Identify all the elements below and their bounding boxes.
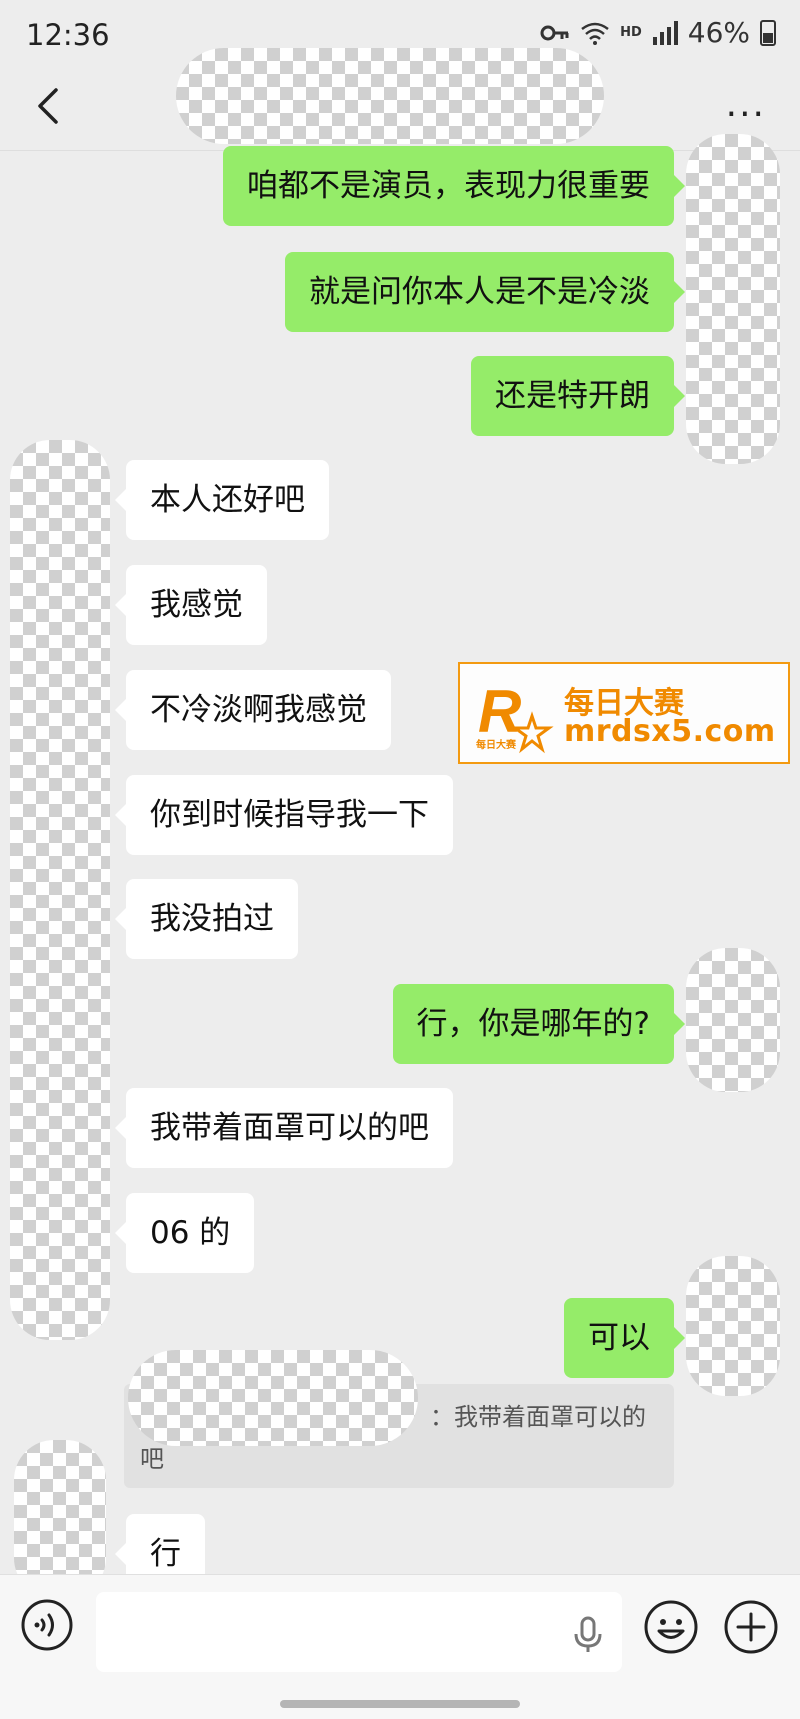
chat-title-redacted <box>176 48 604 144</box>
wifi-icon <box>581 22 609 45</box>
message-bubble[interactable]: 我没拍过 <box>115 879 298 959</box>
svg-text:R: R <box>478 678 521 745</box>
message-bubble[interactable]: 不冷淡啊我感觉 <box>115 670 391 750</box>
message-bubble[interactable]: 就是问你本人是不是冷淡 <box>285 252 685 332</box>
my-avatar-redacted <box>686 1256 780 1396</box>
voice-input-icon[interactable] <box>20 1598 74 1652</box>
message-bubble[interactable]: 06 的 <box>114 1193 255 1273</box>
message-bubble[interactable]: 还是特开朗 <box>471 356 685 436</box>
svg-text:每日大赛: 每日大赛 <box>476 738 517 751</box>
microphone-icon[interactable] <box>568 1614 608 1654</box>
message-bubble[interactable]: 本人还好吧 <box>115 460 329 540</box>
battery-icon <box>760 19 776 46</box>
key-icon <box>540 25 569 40</box>
message-input[interactable] <box>96 1592 622 1672</box>
emoji-icon[interactable] <box>642 1598 700 1656</box>
message-bubble[interactable]: 行，你是哪年的? <box>392 984 686 1064</box>
watermark-url: mrdsx5.com <box>564 714 776 749</box>
quote-sender-redacted <box>128 1350 418 1446</box>
battery-percent: 46% <box>687 16 750 49</box>
chevron-left-icon[interactable] <box>28 84 72 128</box>
my-avatar-redacted <box>686 134 780 464</box>
message-bubble[interactable]: 可以 <box>564 1298 685 1378</box>
message-bubble[interactable]: 我感觉 <box>115 565 267 645</box>
watermark-overlay: R 每日大赛 每日大赛 mrdsx5.com <box>458 662 790 764</box>
my-avatar-redacted <box>686 948 780 1092</box>
brand-logo: R 每日大赛 <box>476 678 554 754</box>
status-time: 12:36 <box>26 18 110 52</box>
more-options-button[interactable]: ... <box>726 87 766 123</box>
signal-icon <box>652 20 678 45</box>
plus-icon[interactable] <box>722 1598 780 1656</box>
message-bubble[interactable]: 我带着面罩可以的吧 <box>115 1088 453 1168</box>
other-avatar-redacted <box>10 440 110 1340</box>
message-bubble[interactable]: 你到时候指导我一下 <box>115 775 453 855</box>
hd-label: HD <box>620 25 642 40</box>
message-bubble[interactable]: 咱都不是演员，表现力很重要 <box>223 146 685 226</box>
home-indicator[interactable] <box>280 1700 520 1708</box>
status-icons: HD 46% <box>540 16 776 49</box>
